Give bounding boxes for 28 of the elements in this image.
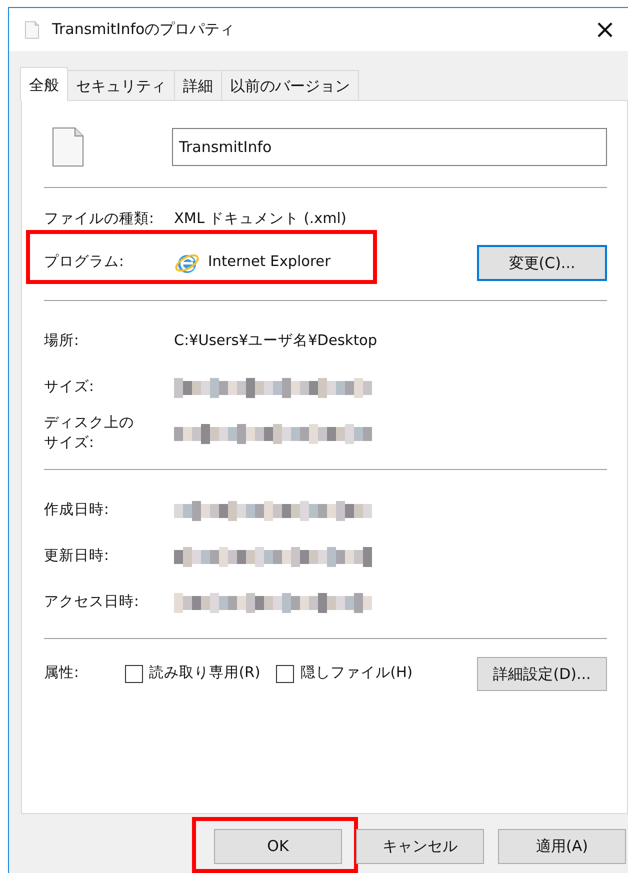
advanced-button[interactable]: 詳細設定(D)... [477, 657, 607, 691]
field-label: 場所: [44, 332, 80, 352]
field-value: C:¥Users¥ユーザ名¥Desktop [174, 332, 378, 352]
checkbox[interactable] [276, 665, 294, 683]
dialog-button[interactable]: OK [214, 829, 342, 864]
file-name-field[interactable]: TransmitInfo [172, 128, 607, 166]
file-icon [52, 127, 84, 167]
field-value: XML ドキュメント (.xml) [174, 210, 346, 230]
field-value: Internet Explorer [208, 253, 331, 272]
file-icon [25, 20, 39, 38]
change-button[interactable]: 変更(C)... [477, 245, 607, 281]
field-label: 属性: [44, 664, 79, 684]
field-label: ファイルの種類: [44, 210, 155, 230]
window-title: TransmitInfoのプロパティ [52, 19, 236, 40]
field-label: サイズ: [44, 378, 95, 398]
field-label: アクセス日時: [44, 593, 140, 612]
close-button[interactable]: × [582, 16, 628, 42]
dialog-button[interactable]: 適用(A) [498, 829, 626, 864]
checkbox-label: 読み取り専用(R) [148, 664, 260, 684]
field-label: プログラム: [44, 252, 125, 272]
field-label: 作成日時: [44, 501, 110, 520]
field-label: 更新日時: [44, 546, 110, 566]
checkbox[interactable] [124, 665, 143, 683]
tab[interactable]: 以前のバージョン [221, 70, 359, 100]
tab[interactable]: 全般 [20, 67, 68, 101]
field-label: ディスク上のサイズ: [44, 414, 134, 453]
checkbox-label: 隠しファイル(H) [300, 664, 412, 684]
dialog-button[interactable]: キャンセル [356, 829, 484, 864]
